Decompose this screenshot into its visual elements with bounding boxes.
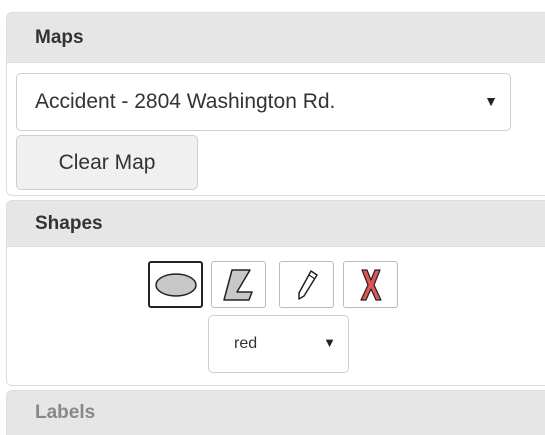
shapes-panel-title: Shapes: [35, 212, 103, 234]
maps-panel: Maps Accident - 2804 Washington Rd. ▼ Cl…: [6, 12, 545, 196]
map-select[interactable]: Accident - 2804 Washington Rd. ▼: [16, 73, 511, 131]
pencil-tool-button[interactable]: [279, 261, 334, 308]
ellipse-tool-button[interactable]: [148, 261, 203, 308]
color-select-value: red: [234, 335, 258, 352]
polygon-tool-button[interactable]: [211, 261, 266, 308]
clear-map-button[interactable]: Clear Map: [16, 135, 198, 190]
polygon-icon: [222, 268, 253, 301]
delete-icon: [359, 268, 382, 301]
pencil-icon: [297, 269, 318, 300]
labels-panel-header[interactable]: Labels: [7, 391, 545, 435]
labels-panel: Labels: [6, 390, 545, 435]
sidebar: Maps Accident - 2804 Washington Rd. ▼ Cl…: [0, 0, 545, 435]
map-select-value: Accident - 2804 Washington Rd.: [35, 90, 336, 113]
ellipse-icon: [154, 272, 197, 297]
maps-panel-title: Maps: [35, 26, 84, 48]
shapes-panel: Shapes red ▼: [6, 200, 545, 386]
shapes-panel-header[interactable]: Shapes: [7, 201, 545, 247]
maps-panel-header[interactable]: Maps: [7, 13, 545, 63]
chevron-down-icon: ▼: [484, 93, 498, 109]
clear-map-label: Clear Map: [58, 150, 156, 174]
labels-panel-title: Labels: [35, 402, 96, 423]
chevron-down-icon: ▼: [323, 335, 336, 350]
color-select[interactable]: red ▼: [208, 315, 349, 373]
delete-tool-button[interactable]: [343, 261, 398, 308]
